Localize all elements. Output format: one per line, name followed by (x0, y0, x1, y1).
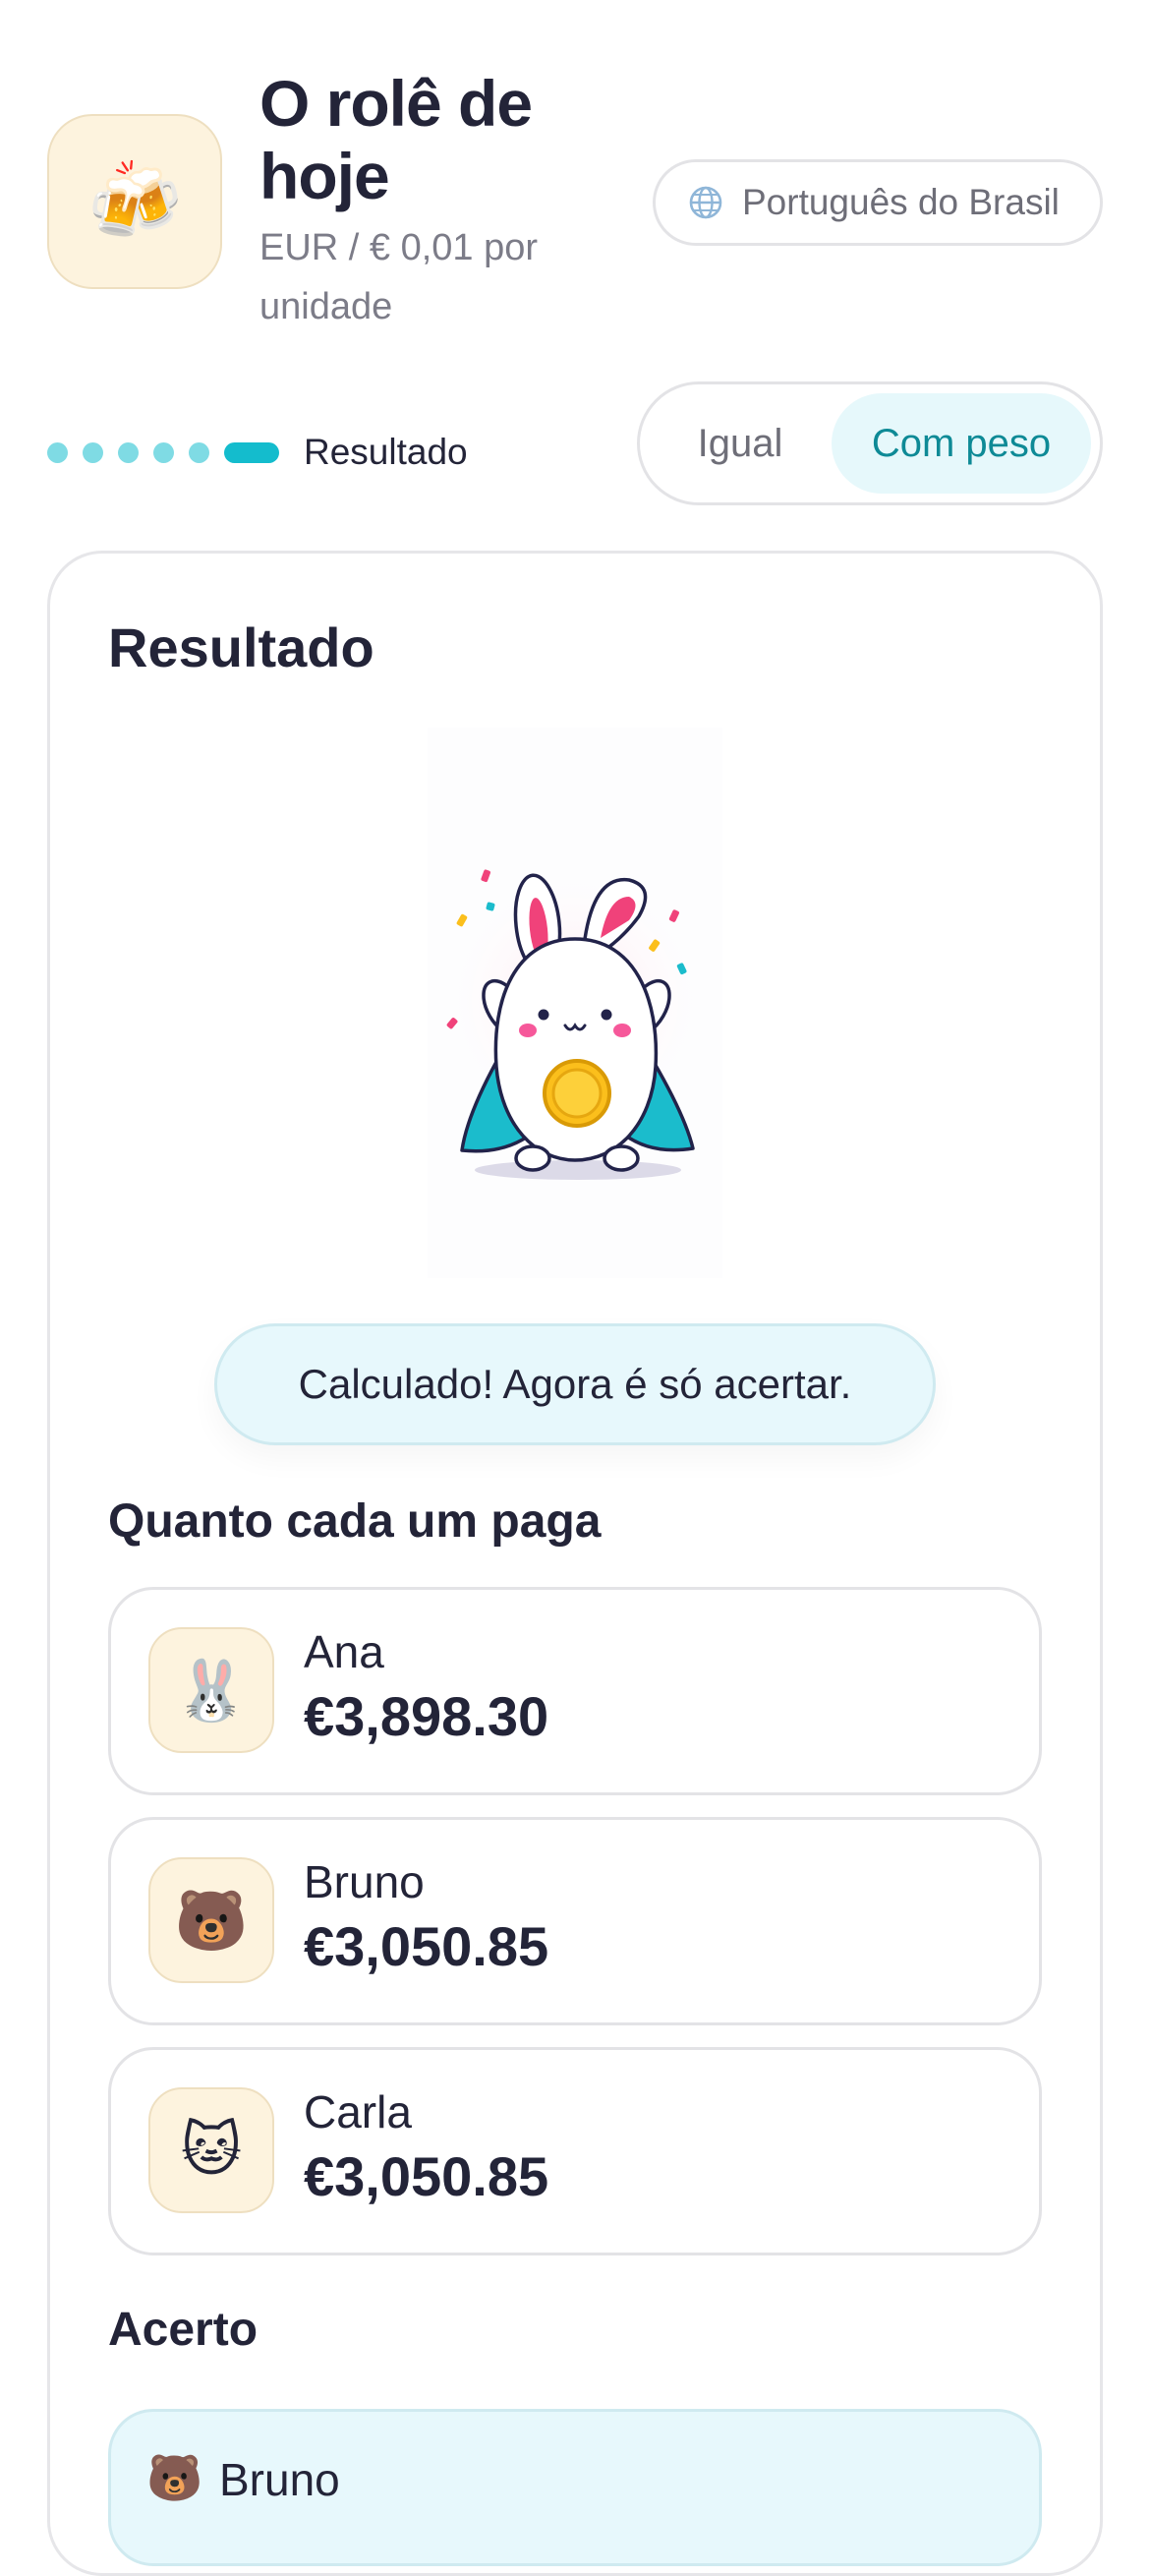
step-dot (47, 441, 68, 463)
step-dot-current (224, 441, 279, 463)
celebrating-bunny-illustration (428, 728, 722, 1278)
currency-subtitle: EUR / € 0,01 por unidade (259, 227, 539, 327)
step-dot (83, 441, 103, 463)
page-title: O rolê de hoje (259, 67, 533, 212)
payments-title: Quanto cada um paga (108, 1495, 602, 1548)
bear-icon: 🐻 (146, 2452, 203, 2503)
person-name: Carla (304, 2086, 412, 2137)
step-label: Resultado (304, 432, 468, 472)
settlement-item: 🐻 Bruno (108, 2409, 1042, 2566)
app-icon: 🍻 (47, 114, 222, 289)
step-progress: Resultado (47, 429, 468, 476)
avatar: 🐰 (148, 1627, 274, 1753)
language-selector[interactable]: Português do Brasil (653, 159, 1103, 246)
globe-icon (687, 184, 724, 221)
person-name: Bruno (304, 1856, 425, 1907)
bear-icon: 🐻 (174, 1887, 249, 1954)
rabbit-icon: 🐰 (174, 1657, 249, 1724)
person-amount: €3,050.85 (304, 2145, 549, 2207)
avatar: 🐱 (148, 2087, 274, 2213)
cat-icon: 🐱 (180, 2117, 243, 2183)
settlement-title: Acerto (108, 2304, 259, 2356)
result-message: Calculado! Agora é só acertar. (214, 1323, 936, 1445)
beer-mugs-icon: 🍻 (86, 157, 183, 244)
person-amount: €3,898.30 (304, 1685, 549, 1747)
step-dot (118, 441, 139, 463)
person-amount: €3,050.85 (304, 1915, 549, 1977)
person-name: Ana (304, 1626, 384, 1677)
person-card: 🐰 Ana €3,898.30 (108, 1587, 1042, 1795)
step-dot (153, 441, 174, 463)
person-card: 🐻 Bruno €3,050.85 (108, 1817, 1042, 2025)
split-mode-weighted[interactable]: Com peso (832, 393, 1091, 494)
step-dot (189, 441, 209, 463)
avatar: 🐻 (148, 1857, 274, 1983)
language-label: Português do Brasil (742, 182, 1060, 222)
result-title: Resultado (108, 616, 374, 678)
settlement-payer-name: Bruno (219, 2454, 340, 2505)
person-card: 🐱 Carla €3,050.85 (108, 2047, 1042, 2255)
result-message-text: Calculado! Agora é só acertar. (298, 1361, 852, 1407)
split-mode-toggle: Igual Com peso (637, 381, 1103, 505)
split-mode-equal[interactable]: Igual (649, 393, 832, 494)
